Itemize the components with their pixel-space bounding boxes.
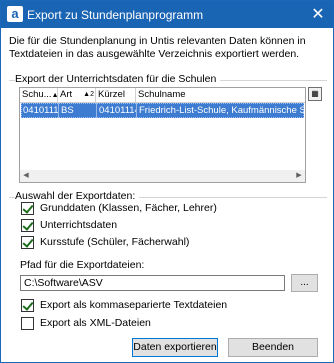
description-text: Die für die Stundenplanung in Untis rele…: [9, 35, 306, 60]
cell-schulnummer: 04101114: [23, 105, 58, 116]
column-label: Kürzel: [98, 89, 125, 100]
column-label: Art: [60, 89, 73, 100]
column-header-art[interactable]: Art ▲2: [58, 88, 96, 102]
window-title: Export zu Stundenplanprogramm: [27, 8, 204, 22]
cell-kuerzel: 04101114: [99, 105, 136, 116]
export-dialog: a Export zu Stundenplanprogramm ✕ Die fü…: [0, 0, 334, 363]
schools-table: Schu...▲1 Art ▲2 Kürzel Schulname 041011…: [19, 87, 306, 183]
quit-button[interactable]: Beenden: [228, 338, 318, 357]
table-options-icon: ▦: [311, 89, 319, 98]
path-label: Pfad für die Exportdateien:: [20, 259, 145, 271]
csv-export-checkbox[interactable]: [21, 299, 34, 312]
scroll-left-icon[interactable]: ◀: [20, 170, 32, 182]
export-group-label: Auswahl der Exportdaten:: [15, 190, 140, 202]
schools-group-label: Export der Unterrichtsdaten für die Schu…: [15, 73, 221, 85]
column-header-schulname[interactable]: Schulname: [136, 88, 305, 102]
column-header-kuerzel[interactable]: Kürzel: [96, 88, 136, 102]
cell-art: BS: [61, 105, 74, 116]
table-options-button[interactable]: ▦: [308, 87, 322, 101]
grunddaten-label: Grunddaten (Klassen, Fächer, Lehrer): [40, 202, 217, 214]
unterrichtsdaten-label: Unterrichtsdaten: [40, 219, 118, 231]
kursstufe-checkbox[interactable]: [21, 236, 34, 249]
column-header-schulnummer[interactable]: Schu...▲1: [20, 88, 58, 102]
csv-export-label: Export als kommaseparierte Textdateien: [40, 299, 228, 311]
table-header: Schu...▲1 Art ▲2 Kürzel Schulname: [20, 88, 305, 103]
title-bar: a Export zu Stundenplanprogramm ✕: [1, 1, 333, 28]
app-logo-icon: a: [7, 6, 23, 22]
browse-button[interactable]: ...: [291, 274, 318, 292]
unterrichtsdaten-checkbox[interactable]: [21, 219, 34, 232]
sort-indicator: ▲2: [83, 91, 94, 98]
export-button[interactable]: Daten exportieren: [132, 338, 218, 357]
cell-schulname: Friedrich-List-Schule, Kaufmännische Sch…: [139, 105, 304, 116]
export-path-field[interactable]: C:\Software\ASV: [20, 275, 285, 291]
scroll-right-icon[interactable]: ▶: [293, 170, 305, 182]
column-label: Schu...: [22, 89, 52, 100]
horizontal-scrollbar[interactable]: ◀ ▶: [20, 170, 305, 182]
close-button[interactable]: ✕: [303, 1, 333, 28]
grunddaten-checkbox[interactable]: [21, 202, 34, 215]
column-label: Schulname: [138, 89, 186, 100]
xml-export-checkbox[interactable]: [21, 317, 34, 330]
xml-export-label: Export als XML-Dateien: [40, 317, 151, 329]
kursstufe-label: Kursstufe (Schüler, Fächerwahl): [40, 236, 190, 248]
